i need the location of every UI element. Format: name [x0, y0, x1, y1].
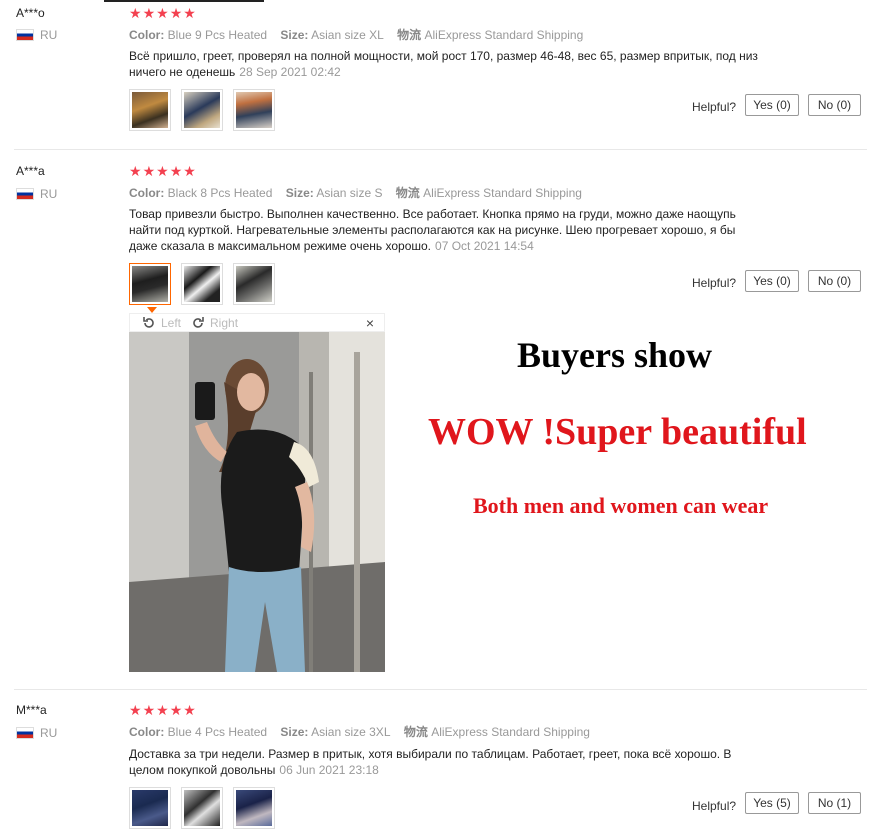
helpful-no-button[interactable]: No (0) [808, 270, 861, 292]
review-photo-thumb[interactable] [129, 787, 171, 829]
rotate-left-icon [143, 316, 154, 328]
star-icon: ★ [142, 5, 156, 21]
reviewer-country: RU [16, 28, 57, 42]
review-divider [14, 689, 867, 690]
review-photo-thumb[interactable] [233, 787, 275, 829]
reviewer-name: M***a [16, 703, 47, 717]
russia-flag-icon [16, 727, 34, 739]
star-icon: ★ [129, 702, 142, 718]
review-photos [129, 787, 275, 829]
review-photo-thumb[interactable] [233, 89, 275, 131]
star-icon: ★ [156, 163, 169, 179]
star-icon: ★ [169, 702, 183, 718]
reviewer-country: RU [16, 726, 57, 740]
helpful-label: Helpful? [692, 799, 737, 813]
enlarged-review-photo [129, 332, 385, 672]
rotate-right-label: Right [210, 315, 239, 330]
size-label: Size: [280, 28, 309, 42]
star-icon: ★ [142, 702, 156, 718]
star-icon: ★ [183, 702, 196, 718]
star-icon: ★ [142, 163, 156, 179]
shipping-value: AliExpress Standard Shipping [423, 186, 582, 200]
color-label: Color: [129, 186, 165, 200]
helpful-no-button[interactable]: No (0) [808, 94, 861, 116]
review-text: Доставка за три недели. Размер в притык,… [129, 746, 759, 778]
size-label: Size: [280, 725, 309, 739]
star-icon: ★ [129, 163, 142, 179]
reviewer-name: A***o [16, 6, 45, 20]
star-icon: ★ [169, 163, 183, 179]
color-label: Color: [129, 725, 165, 739]
shipping-value: AliExpress Standard Shipping [424, 28, 584, 42]
review-photos [129, 263, 275, 305]
shipping-label: 物流 [395, 186, 420, 200]
color-value: Blue 4 Pcs Heated [167, 725, 268, 739]
size-value: Asian size 3XL [311, 725, 391, 739]
color-label: Color: [129, 28, 165, 42]
helpful-label: Helpful? [692, 100, 737, 114]
review-photo-thumb[interactable] [233, 263, 275, 305]
reviewer-name: A***a [16, 164, 45, 178]
country-code: RU [40, 726, 58, 740]
review-body: Всё пришло, греет, проверял на полной мо… [129, 49, 758, 79]
rotate-right-button[interactable]: Right [191, 316, 238, 330]
color-value: Black 8 Pcs Heated [167, 186, 273, 200]
star-icon: ★ [183, 5, 196, 21]
promo-title: Buyers show [517, 335, 713, 375]
review-photo-thumb[interactable] [181, 263, 223, 305]
helpful-yes-button[interactable]: Yes (0) [745, 94, 799, 116]
promo-subtitle: Both men and women can wear [473, 493, 769, 518]
star-icon: ★ [129, 5, 142, 21]
shipping-value: AliExpress Standard Shipping [431, 725, 590, 739]
rotate-right-icon [193, 316, 204, 328]
review-date: 07 Oct 2021 14:54 [435, 239, 534, 253]
russia-flag-icon [16, 29, 34, 41]
photo-woman-in-black-vest [129, 332, 385, 672]
helpful-label: Helpful? [692, 276, 737, 290]
helpful-yes-button[interactable]: Yes (0) [745, 270, 799, 292]
review-date: 06 Jun 2021 23:18 [279, 763, 379, 777]
size-value: Asian size S [316, 186, 383, 200]
star-icon: ★ [156, 702, 169, 718]
helpful-no-button[interactable]: No (1) [808, 792, 861, 814]
rotate-left-button[interactable]: Left [142, 316, 181, 330]
review-body: Доставка за три недели. Размер в притык,… [129, 747, 732, 777]
review-date: 28 Sep 2021 02:42 [239, 65, 341, 79]
review-photo-thumb-selected[interactable] [129, 263, 171, 305]
helpful-yes-button[interactable]: Yes (5) [745, 792, 799, 814]
purchase-meta: Color: Black 8 Pcs Heated Size: Asian si… [129, 184, 592, 201]
purchase-meta: Color: Blue 9 Pcs Heated Size: Asian siz… [129, 26, 593, 43]
review-photo-thumb[interactable] [181, 89, 223, 131]
shipping-label: 物流 [397, 28, 422, 42]
color-value: Blue 9 Pcs Heated [167, 28, 268, 42]
promo-headline: WOW !Super beautiful [428, 411, 807, 453]
close-viewer-icon[interactable]: × [366, 315, 374, 331]
review-body: Товар привезли быстро. Выполнен качестве… [129, 207, 736, 253]
photo-viewer-toolbar: Left Right × [129, 313, 385, 332]
reviewer-country: RU [16, 187, 57, 201]
size-label: Size: [285, 186, 314, 200]
review-text: Всё пришло, греет, проверял на полной мо… [129, 48, 769, 80]
rotate-left-label: Left [161, 315, 182, 330]
shipping-label: 物流 [403, 725, 428, 739]
review-text: Товар привезли быстро. Выполнен качестве… [129, 206, 759, 254]
star-icon: ★ [156, 5, 169, 21]
star-rating: ★ ★ ★ ★ ★ [129, 164, 196, 178]
country-code: RU [40, 28, 58, 42]
size-value: Asian size XL [311, 28, 384, 42]
review-divider [14, 149, 867, 150]
review-photo-thumb[interactable] [129, 89, 171, 131]
review-photos [129, 89, 275, 131]
star-icon: ★ [183, 163, 196, 179]
star-icon: ★ [169, 5, 183, 21]
active-tab-indicator [104, 0, 264, 2]
star-rating: ★ ★ ★ ★ ★ [129, 703, 196, 717]
purchase-meta: Color: Blue 4 Pcs Heated Size: Asian siz… [129, 723, 600, 740]
country-code: RU [40, 187, 58, 201]
russia-flag-icon [16, 188, 34, 200]
review-photo-thumb[interactable] [181, 787, 223, 829]
star-rating: ★ ★ ★ ★ ★ [129, 6, 196, 20]
